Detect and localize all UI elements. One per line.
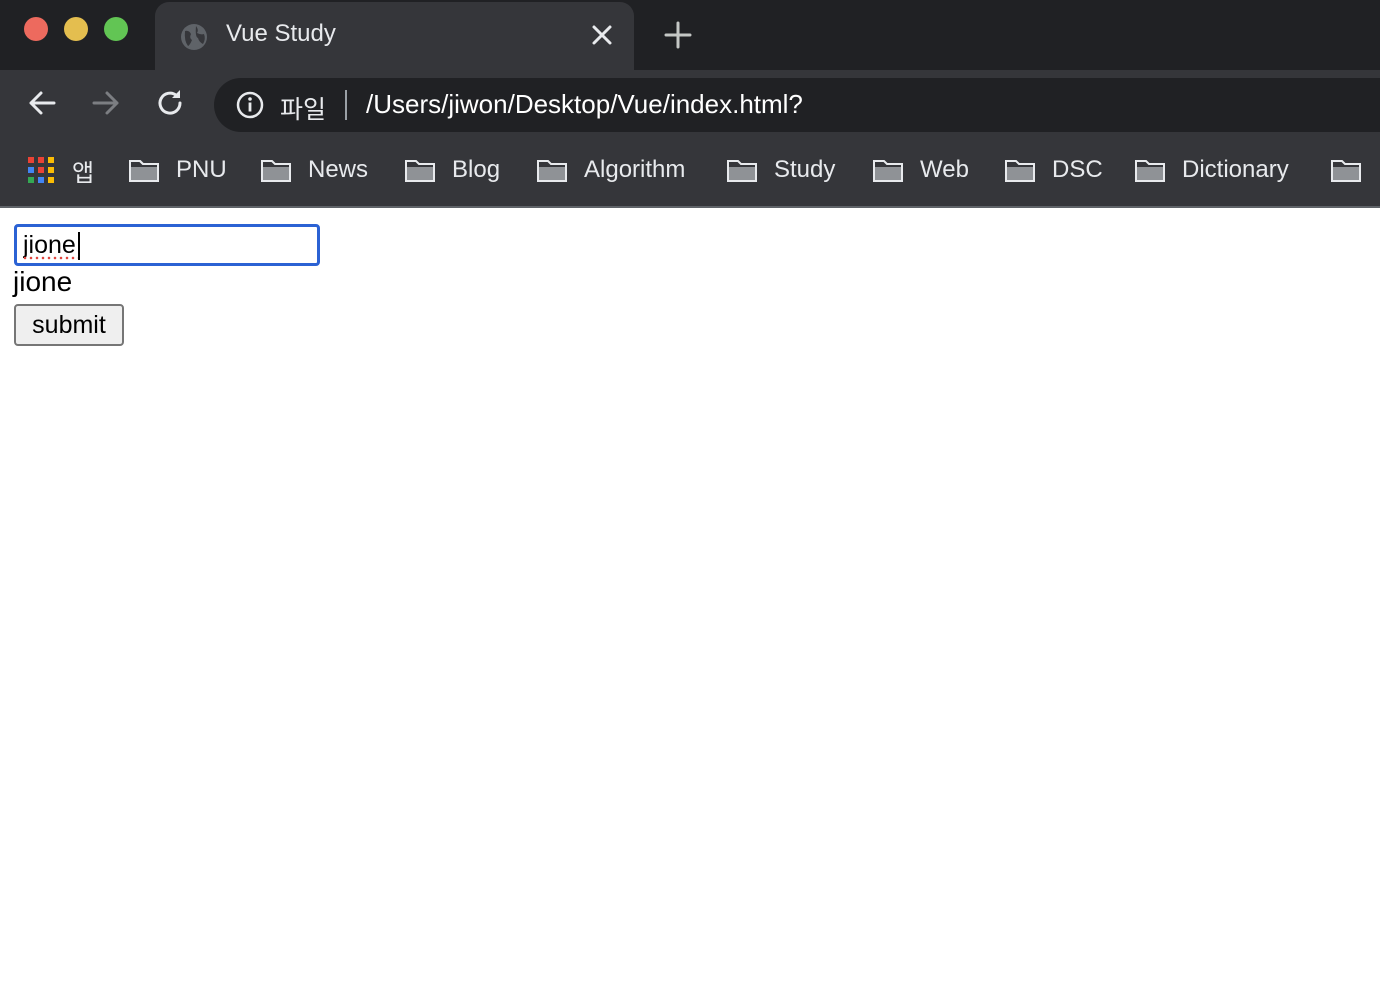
bookmark-label: PNU	[176, 156, 227, 183]
bookmark-folder-study[interactable]: Study	[726, 152, 835, 188]
folder-icon	[1331, 160, 1361, 182]
bookmark-folder-pnu[interactable]: PNU	[128, 152, 227, 188]
bookmark-label: Algorithm	[584, 156, 686, 183]
tab-title: Vue Study	[226, 20, 336, 47]
bookmark-label: 앱	[72, 159, 95, 187]
apps-grid-icon	[28, 157, 54, 183]
tab-vue-study[interactable]: Vue Study	[155, 2, 634, 70]
folder-icon	[537, 160, 567, 182]
folder-icon	[873, 160, 903, 182]
bookmark-label: DSC	[1052, 156, 1103, 183]
bookmark-label: Dictionary	[1182, 156, 1289, 183]
submit-button[interactable]: submit	[14, 304, 124, 346]
url-text[interactable]: /Users/jiwon/Desktop/Vue/index.html?	[366, 89, 803, 120]
bookmark-folder-algorithm[interactable]: Algorithm	[536, 152, 685, 188]
folder-icon	[129, 160, 159, 182]
bookmark-folder-web[interactable]: Web	[872, 152, 969, 188]
address-bar[interactable]: 파일 /Users/jiwon/Desktop/Vue/index.html?	[214, 78, 1380, 132]
folder-icon	[1135, 160, 1165, 182]
spellcheck-underline	[22, 256, 78, 260]
bookmark-folder-blog[interactable]: Blog	[404, 152, 500, 188]
globe-icon	[181, 24, 207, 50]
folder-icon	[261, 160, 291, 182]
folder-icon	[727, 160, 757, 182]
bookmark-folder-overflow[interactable]	[1330, 152, 1362, 188]
bookmark-label: Web	[920, 156, 969, 183]
bookmark-folder-dsc[interactable]: DSC	[1004, 152, 1103, 188]
back-arrow-icon[interactable]	[26, 87, 58, 119]
browser-chrome: Vue Study 파일 /Users/jiwon/Desktop/Vue/in…	[0, 0, 1380, 208]
reload-icon[interactable]	[154, 87, 186, 119]
folder-icon	[405, 160, 435, 182]
address-separator	[345, 90, 347, 120]
bookmarks-bar: 앱 PNU News Blog Algorithm Study Web DSC …	[0, 136, 1380, 206]
bookmark-folder-news[interactable]: News	[260, 152, 368, 188]
close-icon[interactable]	[589, 22, 615, 48]
text-caret	[78, 232, 80, 260]
tab-strip: Vue Study	[0, 0, 1380, 70]
browser-toolbar: 파일 /Users/jiwon/Desktop/Vue/index.html?	[0, 70, 1380, 136]
info-icon[interactable]	[235, 90, 265, 120]
bookmark-label: Blog	[452, 156, 501, 183]
url-scheme-label: 파일	[280, 96, 327, 124]
bookmark-apps[interactable]: 앱	[28, 152, 94, 188]
window-close-button[interactable]	[24, 17, 48, 41]
new-tab-button[interactable]	[663, 20, 693, 50]
echo-text: jione	[13, 266, 73, 297]
forward-arrow-icon[interactable]	[90, 87, 122, 119]
bookmark-label: News	[308, 156, 369, 183]
page-content: jione submit	[0, 208, 1380, 996]
window-zoom-button[interactable]	[104, 17, 128, 41]
folder-icon	[1005, 160, 1035, 182]
window-minimize-button[interactable]	[64, 17, 88, 41]
bookmark-label: Study	[774, 156, 836, 183]
bookmark-folder-dictionary[interactable]: Dictionary	[1134, 152, 1289, 188]
